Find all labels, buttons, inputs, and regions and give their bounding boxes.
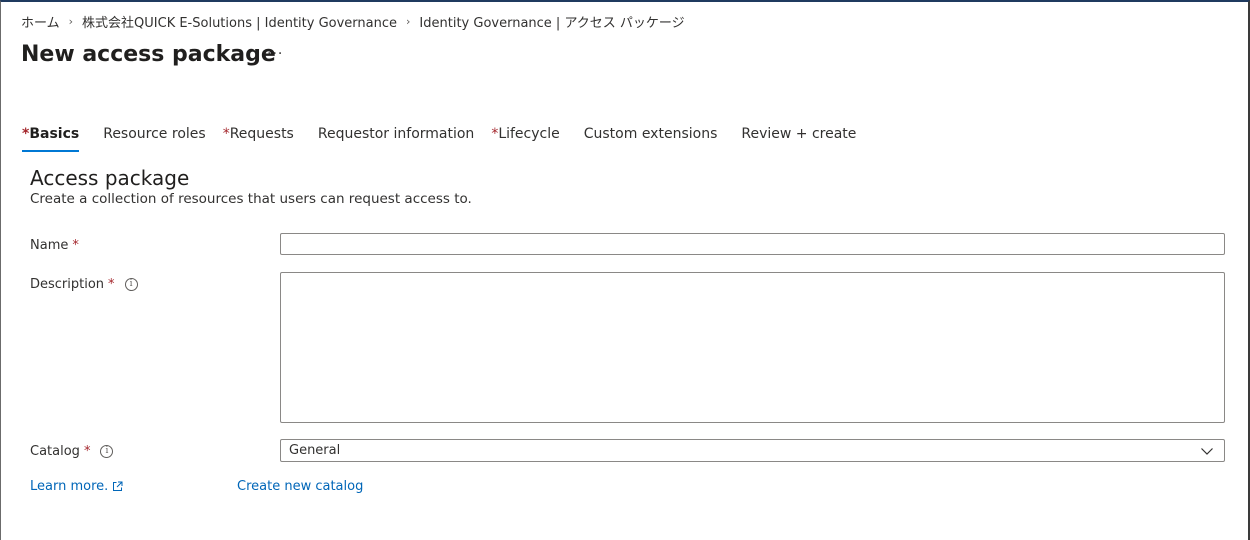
required-mark: * — [222, 126, 230, 142]
page-title: New access package — [21, 42, 276, 67]
app-frame: ホーム › 株式会社QUICK E-Solutions | Identity G… — [0, 0, 1250, 540]
breadcrumb-item-access-packages[interactable]: Identity Governance | アクセス パッケージ — [419, 12, 684, 31]
tab-label: Requestor information — [317, 126, 475, 142]
chevron-right-icon: › — [68, 15, 74, 28]
tab-label: Basics — [29, 126, 80, 142]
name-label-text: Name — [30, 238, 69, 253]
external-link-icon — [113, 481, 123, 491]
required-mark: * — [108, 277, 115, 292]
chevron-down-icon — [1201, 448, 1213, 455]
chevron-right-icon: › — [406, 15, 411, 28]
catalog-select[interactable]: General — [280, 439, 1225, 462]
tab-requestor-information[interactable]: Requestor information — [318, 126, 474, 148]
tab-requests[interactable]: *Requests — [223, 126, 294, 148]
tab-basics[interactable]: *Basics — [22, 126, 80, 152]
description-label: Description * i — [30, 277, 138, 292]
name-input[interactable] — [280, 233, 1225, 255]
tab-bar: *Basics Resource roles *Requests Request… — [22, 126, 856, 152]
required-mark: * — [72, 238, 79, 253]
tab-resource-roles[interactable]: Resource roles — [103, 126, 205, 148]
tab-label: Custom extensions — [583, 126, 718, 142]
tab-label: Lifecycle — [498, 126, 560, 142]
description-input[interactable] — [280, 272, 1225, 423]
catalog-selected-value: General — [289, 443, 341, 458]
breadcrumb-item-tenant[interactable]: 株式会社QUICK E-Solutions | Identity Governa… — [82, 12, 397, 31]
tab-review-create[interactable]: Review + create — [741, 126, 856, 148]
section-title: Access package — [30, 166, 190, 190]
info-icon[interactable]: i — [124, 278, 138, 291]
create-new-catalog-link[interactable]: Create new catalog — [237, 479, 363, 494]
required-mark: * — [83, 444, 91, 459]
name-label: Name * — [30, 238, 79, 253]
breadcrumb-item-home[interactable]: ホーム — [21, 12, 60, 31]
description-label-text: Description — [30, 277, 105, 292]
learn-more-text: Learn more. — [30, 479, 109, 494]
learn-more-link[interactable]: Learn more. — [30, 479, 123, 494]
info-icon[interactable]: i — [100, 445, 114, 458]
tab-label: Review + create — [741, 126, 857, 142]
catalog-label-text: Catalog — [30, 444, 80, 459]
more-icon[interactable]: ··· — [267, 46, 283, 62]
tab-lifecycle[interactable]: *Lifecycle — [491, 126, 559, 148]
tab-label: Resource roles — [103, 126, 206, 142]
tab-label: Requests — [229, 126, 294, 142]
breadcrumb: ホーム › 株式会社QUICK E-Solutions | Identity G… — [21, 12, 685, 31]
section-description: Create a collection of resources that us… — [30, 191, 472, 207]
catalog-label: Catalog * i — [30, 444, 114, 459]
tab-custom-extensions[interactable]: Custom extensions — [584, 126, 718, 148]
